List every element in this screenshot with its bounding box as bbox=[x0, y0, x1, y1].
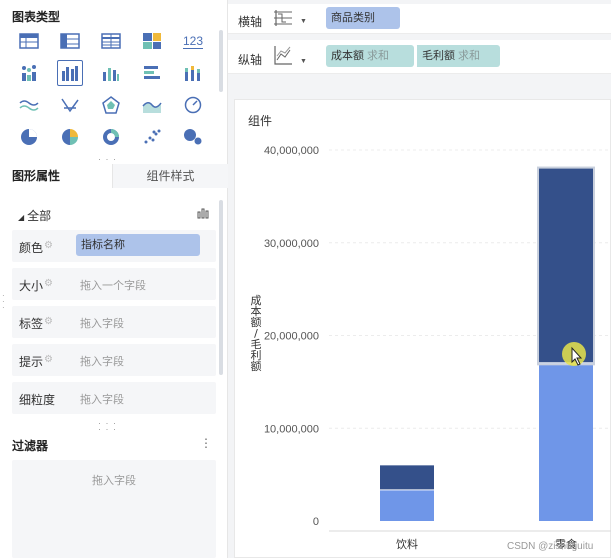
attributes-scrollbar[interactable] bbox=[219, 200, 223, 375]
stacked-column-icon[interactable] bbox=[180, 60, 206, 86]
drop-placeholder: 拖入字段 bbox=[80, 356, 124, 368]
wave-line-icon[interactable] bbox=[16, 92, 42, 118]
pie-icon[interactable] bbox=[16, 124, 42, 150]
y-tick-label: 40,000,000 bbox=[264, 145, 319, 157]
gear-icon[interactable]: ⚙ bbox=[44, 316, 53, 327]
rose-pie-icon[interactable] bbox=[57, 124, 83, 150]
attr-row-granularity[interactable]: 细粒度 拖入字段 bbox=[12, 382, 216, 414]
panel-resize-handle[interactable]: · · · bbox=[2, 292, 6, 312]
chart-component-card[interactable]: 组件 0 10,000,000 20,000,000 30,000,000 40,000… bbox=[234, 99, 611, 558]
more-vertical-icon[interactable]: ⋮ bbox=[200, 436, 212, 450]
drop-placeholder: 拖入一个字段 bbox=[80, 280, 146, 292]
group-all[interactable]: ◢ 全部 bbox=[18, 207, 51, 224]
chevron-down-icon[interactable]: ▼ bbox=[300, 18, 307, 25]
y-tick-label: 10,000,000 bbox=[264, 423, 319, 435]
x-tick-label: 饮料 bbox=[396, 537, 418, 551]
bar-segment bbox=[380, 465, 434, 490]
stacked-column-chart[interactable]: 0 10,000,000 20,000,000 30,000,000 40,000,00… bbox=[235, 100, 611, 558]
x-axis-icon bbox=[272, 8, 294, 31]
attr-row-color[interactable]: 颜色 ⚙ 指标名称 bbox=[12, 230, 216, 262]
attr-row-label[interactable]: 标签 ⚙ 拖入字段 bbox=[12, 306, 216, 338]
filter-drop-zone[interactable]: 拖入字段 bbox=[12, 460, 216, 558]
pill-name: 毛利额 bbox=[422, 50, 455, 62]
collapse-triangle-icon: ◢ bbox=[18, 213, 25, 222]
grouped-column-icon[interactable] bbox=[57, 60, 83, 86]
radar-icon[interactable] bbox=[98, 92, 124, 118]
y-tick-label: 20,000,000 bbox=[264, 331, 319, 343]
pill-agg: 求和 bbox=[367, 50, 389, 62]
scatter-icon[interactable] bbox=[139, 124, 165, 150]
detail-table-icon[interactable] bbox=[98, 28, 124, 54]
radar-line-icon[interactable] bbox=[57, 92, 83, 118]
gear-icon[interactable]: ⚙ bbox=[44, 278, 53, 289]
attr-label: 提示 bbox=[19, 355, 44, 369]
y-axis-label: 纵轴 bbox=[238, 53, 263, 67]
x-axis-shelf[interactable]: 横轴 ▼ 商品类别 bbox=[228, 4, 611, 34]
bar-segment bbox=[539, 168, 593, 363]
bar-segment bbox=[539, 363, 593, 521]
filter-title: 过滤器 bbox=[12, 439, 49, 453]
gear-icon[interactable]: ⚙ bbox=[44, 240, 53, 251]
crosstab-icon[interactable] bbox=[57, 28, 83, 54]
y-axis-field-pill-profit[interactable]: 毛利额 求和 bbox=[414, 45, 500, 67]
gauge-icon[interactable] bbox=[180, 92, 206, 118]
y-axis-field-pill-cost[interactable]: 成本额 求和 bbox=[326, 45, 414, 67]
column-icon[interactable] bbox=[98, 60, 124, 86]
y-axis-title-char: 额 bbox=[251, 360, 262, 373]
chart-types-title: 图表类型 bbox=[12, 10, 61, 24]
watermark: CSDN @zishuguitu bbox=[507, 541, 594, 552]
measure-bars-icon[interactable] bbox=[197, 207, 209, 222]
property-tabs: 图形属性 组件样式 bbox=[0, 164, 228, 188]
attr-row-tooltip[interactable]: 提示 ⚙ 拖入字段 bbox=[12, 344, 216, 376]
donut-icon[interactable] bbox=[98, 124, 124, 150]
tab-graphic-properties[interactable]: 图形属性 bbox=[0, 164, 112, 188]
gear-icon[interactable]: ⚙ bbox=[44, 354, 53, 365]
filter-placeholder: 拖入字段 bbox=[92, 475, 136, 487]
pill-name: 成本额 bbox=[331, 50, 364, 62]
attr-label: 颜色 bbox=[19, 241, 44, 255]
chevron-down-icon[interactable]: ▼ bbox=[300, 58, 307, 65]
drop-placeholder: 拖入字段 bbox=[80, 394, 124, 406]
x-axis-field-pill[interactable]: 商品类别 bbox=[326, 7, 400, 29]
group-all-label: 全部 bbox=[27, 209, 52, 223]
left-panel: 图表类型 123 · · · 图形属性 组件样式 ◢ 全部 颜色 ⚙ 指标名称 … bbox=[0, 0, 228, 558]
attr-label: 细粒度 bbox=[19, 393, 56, 407]
tab-component-style[interactable]: 组件样式 bbox=[112, 164, 228, 188]
drop-placeholder: 拖入字段 bbox=[80, 318, 124, 330]
attr-label: 标签 bbox=[19, 317, 44, 331]
attr-label: 大小 bbox=[19, 279, 44, 293]
treemap-icon[interactable] bbox=[139, 28, 165, 54]
y-axis-icon bbox=[272, 44, 294, 69]
y-tick-label: 30,000,000 bbox=[264, 238, 319, 250]
kpi-number-icon[interactable]: 123 bbox=[180, 28, 206, 54]
y-tick-label: 0 bbox=[313, 516, 319, 528]
area-icon[interactable] bbox=[139, 92, 165, 118]
chart-types-scrollbar[interactable] bbox=[219, 30, 223, 92]
y-axis-shelf[interactable]: 纵轴 ▼ 成本额 求和 毛利额 求和 bbox=[228, 40, 611, 74]
color-field-pill[interactable]: 指标名称 bbox=[76, 234, 200, 256]
attr-row-size[interactable]: 大小 ⚙ 拖入一个字段 bbox=[12, 268, 216, 300]
x-axis-label: 横轴 bbox=[238, 15, 263, 29]
dot-bar-icon[interactable] bbox=[16, 60, 42, 86]
bubble-icon[interactable] bbox=[180, 124, 206, 150]
resize-handle-bottom[interactable]: · · · · · · bbox=[98, 419, 117, 434]
horizontal-bar-icon[interactable] bbox=[139, 60, 165, 86]
bar-segment bbox=[380, 490, 434, 521]
table-icon[interactable] bbox=[16, 28, 42, 54]
pill-agg: 求和 bbox=[458, 50, 480, 62]
